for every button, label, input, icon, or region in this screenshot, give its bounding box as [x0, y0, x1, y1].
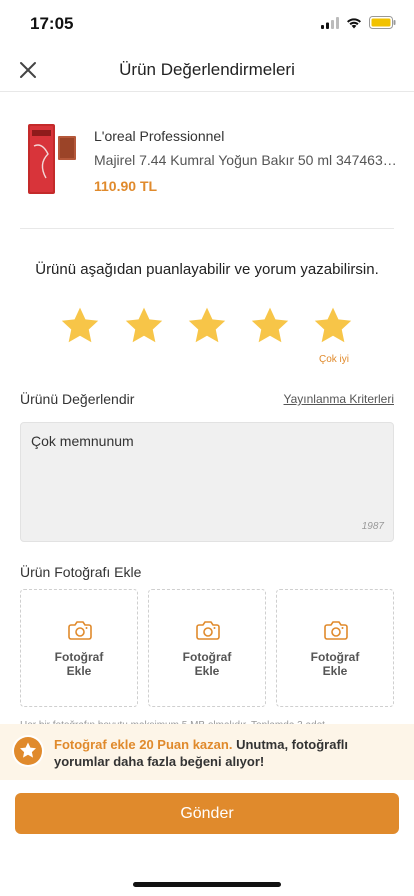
banner-text: Fotoğraf ekle 20 Puan kazan. Unutma, fot…: [54, 736, 394, 770]
camera-icon: [68, 621, 92, 640]
star-3-icon[interactable]: [185, 305, 229, 347]
product-card: L'oreal Professionnel Majirel 7.44 Kumra…: [28, 118, 400, 198]
review-label: Ürünü Değerlendir: [20, 391, 135, 407]
review-textarea[interactable]: Çok memnunum 1987: [20, 422, 394, 542]
wifi-icon: [347, 17, 361, 28]
product-image: [28, 124, 76, 194]
star-2-icon[interactable]: [122, 305, 166, 347]
status-icons: [321, 16, 396, 29]
product-name: Majirel 7.44 Kumral Yoğun Bakır 50 ml 34…: [94, 152, 400, 168]
photo-label: Ürün Fotoğrafı Ekle: [20, 564, 142, 580]
star-badge-icon: [14, 737, 42, 765]
rating-prompt: Ürünü aşağıdan puanlayabilir ve yorum ya…: [35, 261, 379, 278]
product-brand: L'oreal Professionnel: [94, 128, 225, 144]
camera-icon: [196, 621, 220, 640]
star-rating: [58, 305, 358, 349]
status-time: 17:05: [30, 14, 74, 33]
rating-caption: Çok iyi: [318, 354, 349, 365]
divider: [20, 228, 394, 229]
status-bar: 17:05: [0, 0, 414, 48]
star-1-icon[interactable]: [58, 305, 102, 347]
page-title: Ürün Değerlendirmeleri: [119, 60, 295, 79]
star-4-icon[interactable]: [248, 305, 292, 347]
nav-bar: Ürün Değerlendirmeleri: [0, 48, 414, 92]
signal-icon: [321, 16, 339, 29]
add-photo-button-3[interactable]: Fotoğraf Ekle: [276, 589, 394, 707]
battery-icon: [369, 16, 396, 29]
review-text: Çok memnunum: [31, 433, 134, 449]
banner-highlight: Fotoğraf ekle 20 Puan kazan.: [54, 737, 233, 752]
add-photo-label: Fotoğraf Ekle: [310, 650, 360, 678]
add-photo-label: Fotoğraf Ekle: [182, 650, 232, 678]
char-counter: 1987: [361, 521, 384, 532]
badge: [12, 735, 44, 767]
product-price: 110.90 TL: [94, 178, 158, 194]
add-photo-label: Fotoğraf Ekle: [54, 650, 104, 678]
home-indicator: [133, 882, 281, 887]
add-photo-button-2[interactable]: Fotoğraf Ekle: [148, 589, 266, 707]
star-5-icon[interactable]: [311, 305, 355, 347]
add-photo-button-1[interactable]: Fotoğraf Ekle: [20, 589, 138, 707]
criteria-link[interactable]: Yayınlanma Kriterleri: [284, 392, 394, 406]
submit-button[interactable]: Gönder: [15, 793, 399, 834]
points-banner: Fotoğraf ekle 20 Puan kazan. Unutma, fot…: [0, 724, 414, 780]
camera-icon: [324, 621, 348, 640]
